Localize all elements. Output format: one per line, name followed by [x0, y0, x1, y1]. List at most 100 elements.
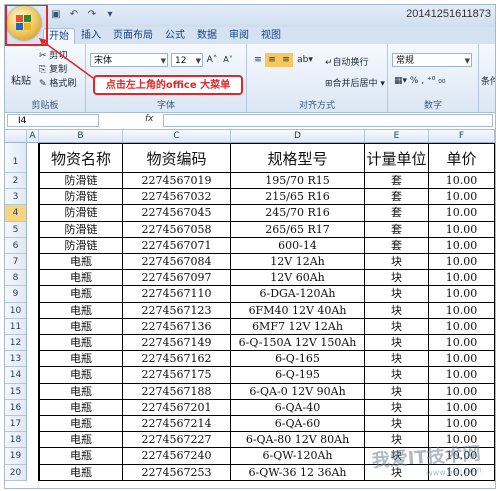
- column-header-f[interactable]: F: [429, 130, 495, 143]
- table-cell[interactable]: 防滑链: [39, 205, 123, 222]
- table-cell[interactable]: 215/65 R16: [231, 189, 365, 206]
- row-header[interactable]: 19: [5, 448, 27, 465]
- table-cell[interactable]: 6-QA-0 12V 90Ah: [231, 383, 365, 400]
- table-cell[interactable]: 12V 60Ah: [231, 270, 365, 287]
- table-cell[interactable]: 10.00: [429, 318, 495, 335]
- table-cell[interactable]: 10.00: [429, 367, 495, 384]
- table-cell[interactable]: 套: [365, 205, 429, 222]
- table-cell[interactable]: 6-Q-195: [231, 367, 365, 384]
- wrap-text-button[interactable]: ↵自动换行: [325, 55, 369, 68]
- formula-input[interactable]: [163, 114, 493, 127]
- table-cell[interactable]: 265/65 R17: [231, 221, 365, 238]
- column-header-d[interactable]: D: [231, 130, 365, 143]
- fx-icon[interactable]: fx: [145, 114, 154, 124]
- cell-empty[interactable]: [27, 237, 39, 254]
- table-cell[interactable]: 块: [365, 286, 429, 303]
- row-header[interactable]: 3: [5, 189, 27, 206]
- cell-empty[interactable]: [27, 399, 39, 416]
- cell-empty[interactable]: [27, 286, 39, 303]
- row-header[interactable]: 5: [5, 221, 27, 238]
- table-cell[interactable]: 10.00: [429, 221, 495, 238]
- table-cell[interactable]: 6-QA-60: [231, 416, 365, 433]
- table-cell[interactable]: 2274567032: [123, 189, 231, 206]
- table-cell[interactable]: 10.00: [429, 254, 495, 271]
- column-header-e[interactable]: E: [365, 130, 429, 143]
- row-header[interactable]: 7: [5, 254, 27, 271]
- table-cell[interactable]: 600-14: [231, 237, 365, 254]
- header-cell[interactable]: 物资名称: [39, 143, 123, 173]
- row-header[interactable]: 6: [5, 237, 27, 254]
- table-cell[interactable]: 电瓶: [39, 270, 123, 287]
- table-cell[interactable]: 2274567084: [123, 254, 231, 271]
- customize-icon[interactable]: ▾: [103, 8, 117, 22]
- cell-empty[interactable]: [27, 302, 39, 319]
- align-middle-icon[interactable]: ≡: [265, 53, 279, 67]
- cell-empty[interactable]: [27, 383, 39, 400]
- table-cell[interactable]: 块: [365, 254, 429, 271]
- table-cell[interactable]: 2274567227: [123, 432, 231, 449]
- table-cell[interactable]: 2274567058: [123, 221, 231, 238]
- header-cell[interactable]: 计量单位: [365, 143, 429, 173]
- table-cell[interactable]: 电瓶: [39, 448, 123, 465]
- table-cell[interactable]: 电瓶: [39, 383, 123, 400]
- table-cell[interactable]: 6-QW-36 12 36Ah: [231, 464, 365, 481]
- cell-empty[interactable]: [27, 448, 39, 465]
- header-cell[interactable]: 规格型号: [231, 143, 365, 173]
- table-cell[interactable]: 2274567123: [123, 302, 231, 319]
- tab-view[interactable]: 视图: [257, 28, 285, 44]
- grow-font-button[interactable]: A˄: [205, 53, 219, 67]
- row-header[interactable]: 1: [5, 143, 27, 173]
- table-cell[interactable]: 套: [365, 221, 429, 238]
- table-cell[interactable]: 套: [365, 173, 429, 190]
- table-cell[interactable]: 12V 12Ah: [231, 254, 365, 271]
- table-cell[interactable]: 6-DGA-120Ah: [231, 286, 365, 303]
- row-header[interactable]: 11: [5, 318, 27, 335]
- cell-empty[interactable]: [27, 254, 39, 271]
- table-cell[interactable]: 块: [365, 367, 429, 384]
- column-header-b[interactable]: B: [39, 130, 123, 143]
- table-cell[interactable]: 块: [365, 335, 429, 352]
- table-cell[interactable]: 10.00: [429, 399, 495, 416]
- table-cell[interactable]: 电瓶: [39, 432, 123, 449]
- table-cell[interactable]: 10.00: [429, 173, 495, 190]
- table-cell[interactable]: 10.00: [429, 383, 495, 400]
- table-cell[interactable]: 防滑链: [39, 221, 123, 238]
- table-cell[interactable]: 2274567097: [123, 270, 231, 287]
- table-cell[interactable]: 电瓶: [39, 302, 123, 319]
- tab-page-layout[interactable]: 页面布局: [109, 28, 157, 44]
- table-cell[interactable]: 2274567240: [123, 448, 231, 465]
- tab-formulas[interactable]: 公式: [161, 28, 189, 44]
- table-cell[interactable]: 6-QA-80 12V 80Ah: [231, 432, 365, 449]
- table-cell[interactable]: 电瓶: [39, 464, 123, 481]
- shrink-font-button[interactable]: A˅: [221, 53, 235, 67]
- row-header[interactable]: 18: [5, 432, 27, 449]
- table-cell[interactable]: 块: [365, 270, 429, 287]
- align-top-icon[interactable]: ≡: [251, 53, 265, 67]
- table-cell[interactable]: 245/70 R16: [231, 205, 365, 222]
- table-cell[interactable]: 2274567045: [123, 205, 231, 222]
- table-cell[interactable]: 2274567019: [123, 173, 231, 190]
- number-format-select[interactable]: 常规 ▼: [392, 53, 472, 67]
- cell-empty[interactable]: [27, 221, 39, 238]
- table-cell[interactable]: 10.00: [429, 335, 495, 352]
- tab-review[interactable]: 审阅: [225, 28, 253, 44]
- cell-empty[interactable]: [27, 143, 39, 173]
- table-cell[interactable]: 套: [365, 189, 429, 206]
- table-cell[interactable]: 防滑链: [39, 173, 123, 190]
- table-cell[interactable]: 电瓶: [39, 416, 123, 433]
- merge-center-button[interactable]: ⊞合并后居中 ▾: [325, 76, 385, 89]
- row-header[interactable]: 17: [5, 416, 27, 433]
- cell-empty[interactable]: [27, 189, 39, 206]
- save-icon[interactable]: ▣: [49, 8, 63, 22]
- table-cell[interactable]: 2274567110: [123, 286, 231, 303]
- table-cell[interactable]: 10.00: [429, 351, 495, 368]
- cell-empty[interactable]: [27, 270, 39, 287]
- table-cell[interactable]: 块: [365, 383, 429, 400]
- table-cell[interactable]: 2274567136: [123, 318, 231, 335]
- row-header[interactable]: 8: [5, 270, 27, 287]
- table-cell[interactable]: 2274567201: [123, 399, 231, 416]
- table-cell[interactable]: 块: [365, 351, 429, 368]
- cell-empty[interactable]: [27, 205, 39, 222]
- table-cell[interactable]: 10.00: [429, 286, 495, 303]
- table-cell[interactable]: 10.00: [429, 416, 495, 433]
